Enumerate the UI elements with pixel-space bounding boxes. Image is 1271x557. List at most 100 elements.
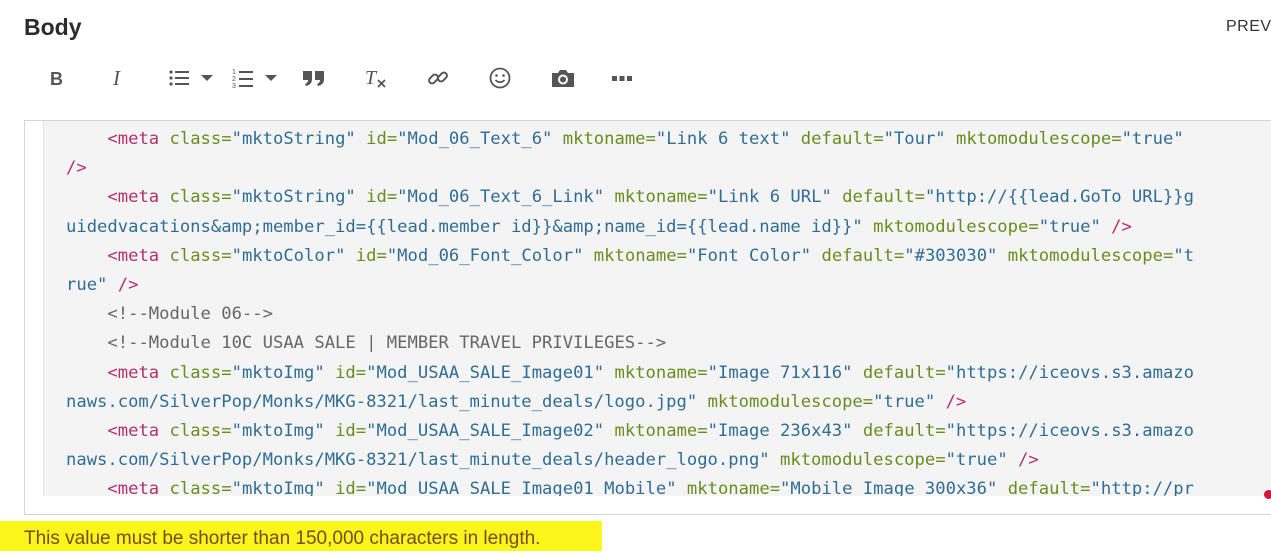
code-token: mktoname= [614, 362, 708, 383]
code-token: "https://iceovs.s3.amazo [945, 362, 1194, 383]
code-token: default= [821, 245, 905, 266]
code-token: class= [169, 187, 232, 208]
code-token: "Link 6 text" [655, 129, 801, 149]
numbered-list-dropdown[interactable] [260, 58, 282, 98]
bulleted-list-dropdown[interactable] [196, 58, 218, 98]
code-token: "http://{{lead.GoTo URL}}g [924, 187, 1194, 208]
code-token: "https://iceovs.s3.amazo [945, 421, 1194, 442]
code-token: <!--Module 06--> [107, 304, 273, 325]
code-token: default= [862, 362, 946, 383]
code-token: <meta [107, 362, 170, 383]
code-token: mktoname= [562, 129, 656, 149]
code-token: rue" [66, 275, 118, 296]
code-token: "true" [873, 391, 946, 412]
code-token: default= [862, 421, 946, 442]
code-line: rue" /> [66, 271, 1271, 300]
code-token: uidedvacations&amp;member_id={{lead.memb… [66, 216, 874, 237]
code-token: <meta [107, 479, 170, 496]
code-token: "Mod_06_Text_6_Link" [397, 187, 615, 208]
code-token: id= [366, 129, 398, 149]
code-token: id= [335, 421, 367, 442]
caret-down-icon [201, 75, 213, 81]
html-source[interactable]: <meta class="mktoString" id="Mod_06_Text… [44, 121, 1271, 496]
editor-toolbar: B I 1 2 3 T [36, 58, 642, 98]
smiley-icon [489, 67, 511, 89]
numbered-list-button[interactable]: 1 2 3 [226, 58, 260, 98]
body-editor[interactable]: <meta class="mktoString" id="Mod_06_Text… [24, 120, 1271, 515]
clear-format-button[interactable]: T [356, 58, 396, 98]
code-view[interactable]: <meta class="mktoString" id="Mod_06_Text… [43, 121, 1271, 496]
code-token: "Link 6 URL" [707, 187, 843, 208]
code-token: naws.com/SilverPop/Monks/MKG-8321/last_m… [66, 450, 780, 471]
code-token: "true" [1038, 216, 1112, 237]
blockquote-button[interactable] [294, 58, 334, 98]
svg-text:T: T [365, 67, 378, 89]
code-token: mktomodulescope= [780, 450, 946, 471]
insert-image-button[interactable] [543, 58, 583, 98]
code-token: "Mod_USAA_SALE_Image02" [366, 421, 615, 442]
code-token: "mktoString" [231, 187, 367, 208]
code-line: uidedvacations&amp;member_id={{lead.memb… [66, 213, 1271, 242]
code-token: default= [800, 129, 884, 149]
code-token: "http://pr [1090, 479, 1194, 496]
code-line: <!--Module 10C USAA SALE | MEMBER TRAVEL… [66, 329, 1271, 358]
code-token: mktoname= [593, 245, 687, 266]
code-token: <meta [107, 421, 170, 442]
code-token: default= [842, 187, 925, 208]
link-icon [428, 71, 448, 85]
code-token: "Mod_USAA_SALE_Image01_Mobile" [366, 479, 687, 496]
preview-tab[interactable]: PREVI [1226, 18, 1271, 36]
code-token: "Mobile Image 300x36" [780, 479, 1008, 496]
code-token: class= [169, 362, 232, 383]
bold-button[interactable]: B [36, 58, 76, 98]
validation-error: This value must be shorter than 150,000 … [0, 521, 602, 551]
code-token: mktoname= [614, 421, 708, 442]
code-token: class= [169, 129, 232, 149]
code-token: mktomodulescope= [956, 129, 1122, 149]
code-token: /> [1018, 450, 1039, 471]
code-token: "mktoColor" [231, 245, 356, 266]
code-token: "Mod_06_Font_Color" [386, 245, 594, 266]
code-line: <meta class="mktoImg" id="Mod_USAA_SALE_… [66, 475, 1271, 496]
code-token: class= [169, 479, 232, 496]
bulleted-list-button[interactable] [162, 58, 196, 98]
camera-icon [552, 70, 574, 87]
code-token: <!--Module 10C USAA SALE | MEMBER TRAVEL… [107, 333, 667, 354]
italic-button[interactable]: I [98, 58, 138, 98]
bulleted-list-icon [169, 70, 189, 86]
code-token: id= [335, 479, 367, 496]
caret-down-icon [265, 75, 277, 81]
code-line: /> [66, 154, 1271, 183]
code-token: mktoname= [686, 479, 781, 496]
code-line: <meta class="mktoString" id="Mod_06_Text… [66, 183, 1271, 212]
code-token: "Image 71x116" [707, 362, 863, 383]
code-token: "mktoImg" [231, 479, 336, 496]
clear-format-icon: T [365, 67, 386, 89]
code-token: "Mod_06_Text_6" [397, 129, 563, 149]
svg-text:2: 2 [232, 76, 236, 83]
error-indicator [1264, 490, 1271, 499]
code-token: "t [1173, 245, 1195, 266]
more-icon [612, 76, 632, 81]
code-token: <meta [107, 187, 170, 208]
code-token: "Tour" [883, 129, 956, 149]
link-button[interactable] [418, 58, 458, 98]
code-token: id= [335, 362, 367, 383]
code-token: "Font Color" [686, 245, 822, 266]
numbered-list-icon: 1 2 3 [232, 69, 253, 89]
code-token: /> [66, 158, 87, 179]
code-line: <meta class="mktoImg" id="Mod_USAA_SALE_… [66, 359, 1271, 388]
code-token: "mktoString" [231, 129, 367, 149]
svg-text:3: 3 [232, 83, 236, 89]
svg-text:I: I [112, 68, 121, 88]
more-options-button[interactable] [602, 58, 642, 98]
emoji-button[interactable] [480, 58, 520, 98]
code-line: <meta class="mktoString" id="Mod_06_Text… [66, 125, 1271, 154]
code-token: "true" [1121, 129, 1184, 149]
code-token: "mktoImg" [231, 362, 336, 383]
